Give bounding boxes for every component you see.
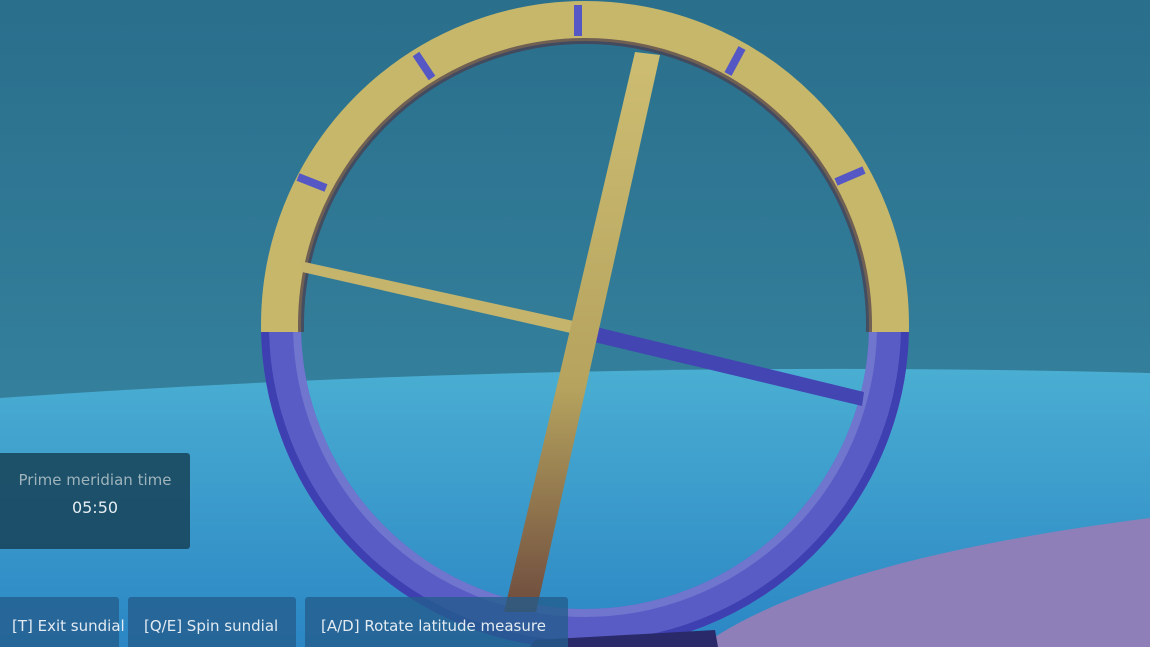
time-label: Prime meridian time: [18, 471, 172, 489]
spin-sundial-hint[interactable]: [Q/E] Spin sundial: [128, 597, 296, 647]
rotate-latitude-hint[interactable]: [A/D] Rotate latitude measure: [305, 597, 568, 647]
sundial-scene: [0, 0, 1150, 647]
exit-sundial-hint[interactable]: [T] Exit sundial: [0, 597, 125, 647]
time-panel: Prime meridian time 05:50: [0, 453, 190, 549]
time-value: 05:50: [71, 498, 119, 517]
